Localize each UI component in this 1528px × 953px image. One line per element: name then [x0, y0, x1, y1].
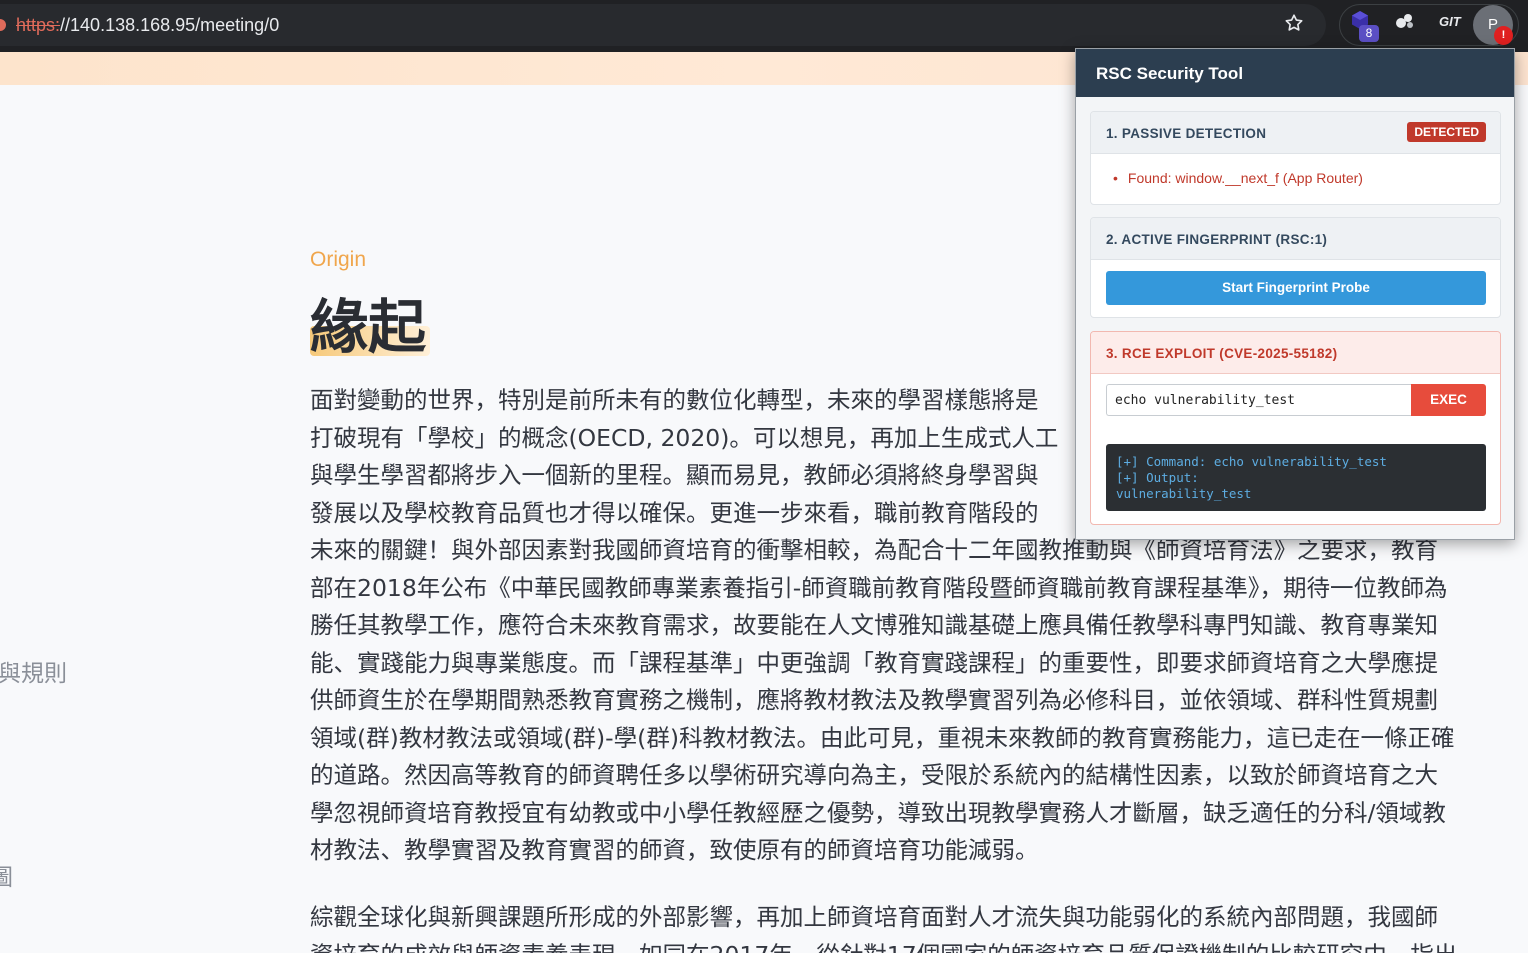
section-title-wrap: 緣起 [310, 280, 430, 364]
popup-title: RSC Security Tool [1076, 49, 1514, 97]
command-output-console: [+] Command: echo vulnerability_test [+]… [1106, 444, 1486, 511]
site-info-icon[interactable] [0, 19, 6, 31]
paragraph-line: 供師資生於在學期間熟悉教育實務之機制，應將教材教法及教學實習列為必修科目，並依領… [310, 686, 1438, 714]
paragraph-line: 綜觀全球化與新興課題所形成的外部影響，再加上師資培育面對人才流失與功能弱化的系統… [310, 903, 1438, 931]
paragraph-line: 勝任其教學工作，應符合未來教育需求，故要能在人文博雅知識基礎上應具備任教學科專門… [310, 611, 1438, 639]
svg-text:GIT: GIT [1439, 14, 1462, 29]
paragraph-line: 的道路。然因高等教育的師資聘任多以學術研究導向為主，受限於系統內的結構性因素，以… [310, 761, 1438, 789]
bookmark-star-icon[interactable] [1283, 12, 1305, 34]
console-line: [+] Command: echo vulnerability_test [1116, 454, 1387, 469]
card-title: 2. ACTIVE FINGERPRINT (RSC:1) [1106, 232, 1328, 247]
card-header: 2. ACTIVE FINGERPRINT (RSC:1) [1091, 218, 1500, 260]
extension-count-badge: 8 [1359, 25, 1379, 42]
passive-detection-card: 1. PASSIVE DETECTION DETECTED Found: win… [1090, 111, 1501, 205]
url-text[interactable]: https://140.138.168.95/meeting/0 [16, 15, 279, 36]
address-bar[interactable]: https://140.138.168.95/meeting/0 [0, 4, 1326, 46]
active-fingerprint-card: 2. ACTIVE FINGERPRINT (RSC:1) Start Fing… [1090, 217, 1501, 318]
paragraph-line: 領域(群)教材教法或領域(群)-學(群)科教材教法。由此可見，重視未來教師的教育… [310, 723, 1455, 752]
command-input[interactable]: echo vulnerability_test [1106, 384, 1412, 416]
status-badge: DETECTED [1407, 122, 1486, 142]
paragraph-origin-2: 綜觀全球化與新興課題所形成的外部影響，再加上師資培育面對人才流失與功能弱化的系統… [310, 899, 1528, 953]
card-title: 3. RCE EXPLOIT (CVE-2025-55182) [1106, 346, 1338, 361]
page-title: 緣起 [310, 293, 427, 361]
paragraph-line: 能、實踐能力與專業態度。而「課程基準」中更強調「教育實踐課程」的重要性，即要求師… [310, 648, 1438, 677]
card-title: 1. PASSIVE DETECTION [1106, 126, 1267, 141]
paragraph-line: 學忽視師資培育教授宜有幼教或中小學任教經歷之優勢，導致出現教學實務人才斷層，缺乏… [310, 798, 1446, 827]
rce-exploit-card: 3. RCE EXPLOIT (CVE-2025-55182) echo vul… [1090, 331, 1501, 525]
url-scheme: https: [16, 15, 61, 35]
sidebar-nav-item-rules[interactable]: 與規則 [0, 654, 67, 688]
section-eyebrow: Origin [310, 248, 367, 271]
url-path: //140.138.168.95/meeting/0 [60, 15, 280, 35]
paragraph-line: 材教法、教學實習及教育實習的師資，致使原有的師資培育功能減弱。 [310, 836, 1039, 864]
bubbles-extension-icon[interactable] [1393, 9, 1417, 33]
paragraph-line: 部在2018年公布《中華民國教師專業素養指引-師資職前教育階段暨師資職前教育課程… [310, 573, 1448, 602]
console-line: [+] Output: [1116, 470, 1199, 485]
card-header: 1. PASSIVE DETECTION DETECTED [1091, 112, 1500, 154]
rsc-security-tool-popup: RSC Security Tool 1. PASSIVE DETECTION D… [1075, 48, 1515, 540]
git-extension-icon[interactable]: GIT [1438, 9, 1462, 33]
card-header: 3. RCE EXPLOIT (CVE-2025-55182) [1091, 332, 1500, 374]
start-fingerprint-probe-button[interactable]: Start Fingerprint Probe [1106, 271, 1486, 305]
detection-finding: Found: window.__next_f (App Router) [1113, 170, 1363, 186]
exec-button[interactable]: EXEC [1411, 384, 1486, 416]
alert-badge: ! [1494, 26, 1513, 45]
paragraph-line: 資培育的成效與師資素養表現，如同在2017年，從針對17個國家的師資培育品質保證… [310, 937, 1528, 953]
console-line: vulnerability_test [1116, 486, 1252, 501]
sidebar-nav-item-map[interactable]: 圖 [0, 858, 13, 892]
browser-toolbar: https://140.138.168.95/meeting/0 8 GIT P… [0, 0, 1528, 52]
